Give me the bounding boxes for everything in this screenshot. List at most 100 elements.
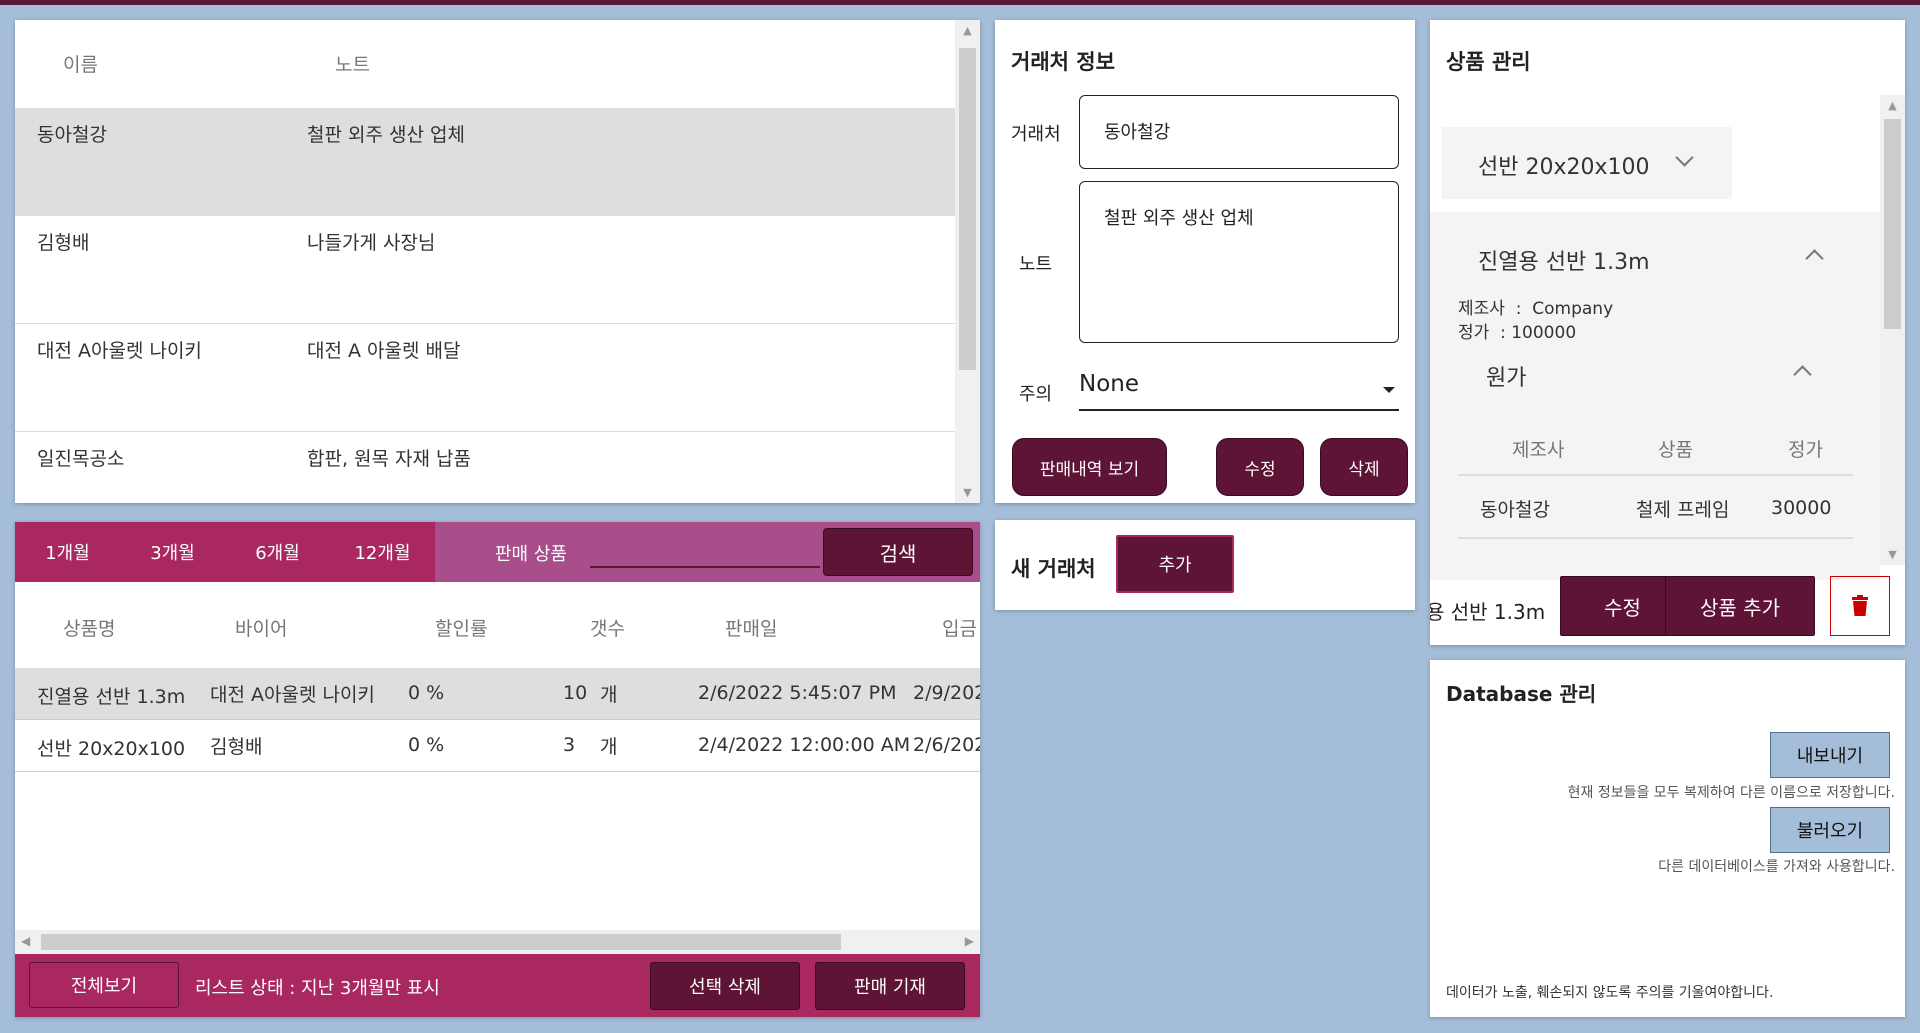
scroll-left-icon[interactable]: ◀ — [21, 934, 30, 948]
tab-3-month[interactable]: 3개월 — [120, 522, 225, 582]
product-management-title: 상품 관리 — [1446, 50, 1531, 74]
column-header-discount[interactable]: 할인률 — [435, 614, 487, 641]
sale-row[interactable]: 선반 20x20x100 김형배 0 % 3 개 2/4/2022 12:00:… — [15, 720, 980, 772]
cost-price: 30000 — [1771, 497, 1832, 519]
import-description: 다른 데이터베이스를 가져와 사용합니다. — [1658, 859, 1895, 875]
cost-maker: 동아철강 — [1480, 499, 1550, 521]
trash-icon — [1852, 595, 1868, 616]
product-management-panel: 상품 관리 선반 20x20x100 진열용 선반 1.3m 제조사 : Com… — [1430, 20, 1905, 645]
scroll-down-icon[interactable]: ▼ — [1880, 548, 1905, 561]
tab-1-month[interactable]: 1개월 — [15, 522, 120, 582]
client-list-scrollbar[interactable]: ▲ ▼ — [955, 20, 980, 503]
sale-buyer: 대전 A아울렛 나이키 — [210, 684, 375, 706]
database-title: Database 관리 — [1446, 682, 1597, 706]
price-value: 100000 — [1511, 323, 1577, 343]
cost-divider — [1458, 474, 1853, 476]
maker-label: 제조사 : Company — [1458, 299, 1614, 319]
sales-filter-bar: 1개월 3개월 6개월 12개월 판매 상품 검색 — [15, 522, 980, 582]
scroll-up-icon[interactable]: ▲ — [955, 24, 980, 37]
sales-hscrollbar[interactable]: ◀ ▶ — [15, 930, 980, 954]
cost-header-product[interactable]: 상품 — [1658, 435, 1693, 462]
import-button[interactable]: 불러오기 — [1770, 807, 1890, 853]
client-field-label: 거래처 — [1011, 124, 1061, 145]
cost-divider — [1458, 537, 1853, 539]
client-note: 나들가게 사장님 — [307, 232, 436, 254]
client-name-field[interactable]: 동아철강 — [1079, 95, 1399, 169]
column-header-date[interactable]: 판매일 — [725, 614, 777, 641]
sale-unit: 개 — [600, 736, 618, 758]
product-expander: 진열용 선반 1.3m 제조사 : Company 정가 : 100000 원가… — [1430, 212, 1880, 580]
tab-6-month[interactable]: 6개월 — [225, 522, 330, 582]
note-field[interactable]: 철판 외주 생산 업체 — [1079, 181, 1399, 343]
delete-selected-button[interactable]: 선택 삭제 — [650, 962, 800, 1010]
client-note: 대전 A 아울렛 배달 — [307, 340, 461, 362]
product-scrollbar[interactable]: ▲ ▼ — [1880, 95, 1905, 565]
edit-client-button[interactable]: 수정 — [1216, 438, 1304, 496]
client-row[interactable]: 김형배 나들가게 사장님 — [15, 216, 955, 324]
scrollbar-thumb[interactable] — [1884, 119, 1901, 329]
add-product-button[interactable]: 상품 추가 — [1665, 576, 1815, 636]
selected-product: 선반 20x20x100 — [1478, 155, 1650, 180]
column-header-note[interactable]: 노트 — [335, 50, 370, 77]
record-sale-button[interactable]: 판매 기재 — [815, 962, 965, 1010]
price-label: 정가 : 100000 — [1458, 323, 1577, 343]
list-status-text: 리스트 상태 : 지난 3개월만 표시 — [195, 978, 440, 999]
sale-date: 2/6/2022 5:45:07 PM — [698, 682, 897, 704]
database-panel: Database 관리 내보내기 현재 정보들을 모두 복제하여 다른 이름으로… — [1430, 660, 1905, 1017]
cost-header-maker[interactable]: 제조사 — [1512, 435, 1564, 462]
sale-qty: 3 — [563, 734, 576, 756]
delete-client-button[interactable]: 삭제 — [1320, 438, 1408, 496]
cost-header-price[interactable]: 정가 — [1788, 435, 1823, 462]
add-client-button[interactable]: 추가 — [1116, 535, 1234, 593]
caution-value: None — [1079, 371, 1140, 397]
product-select[interactable]: 선반 20x20x100 — [1442, 127, 1732, 199]
caution-select[interactable]: None — [1079, 365, 1399, 411]
maker-value: Company — [1532, 299, 1614, 319]
search-input[interactable] — [590, 534, 820, 568]
scroll-down-icon[interactable]: ▼ — [955, 486, 980, 499]
show-all-button[interactable]: 전체보기 — [29, 962, 179, 1008]
hscrollbar-thumb[interactable] — [41, 934, 841, 950]
cost-title[interactable]: 원가 — [1486, 360, 1526, 392]
client-row[interactable]: 일진목공소 합판, 원목 자재 납품 — [15, 432, 955, 503]
chevron-up-icon[interactable] — [1805, 249, 1824, 268]
cost-section: 원가 제조사 상품 정가 동아철강 철제 프레임 30000 — [1458, 352, 1873, 580]
scroll-up-icon[interactable]: ▲ — [1880, 99, 1905, 112]
chevron-down-icon — [1675, 148, 1694, 167]
tab-12-month[interactable]: 12개월 — [330, 522, 435, 582]
sale-buyer: 김형배 — [210, 736, 263, 758]
client-row[interactable]: 대전 A아울렛 나이키 대전 A 아울렛 배달 — [15, 324, 955, 432]
client-info-title: 거래처 정보 — [1011, 50, 1115, 74]
column-header-qty[interactable]: 갯수 — [590, 614, 625, 641]
search-label: 판매 상품 — [495, 544, 567, 565]
sales-history-button[interactable]: 판매내역 보기 — [1012, 438, 1167, 496]
caution-field-label: 주의 — [1019, 384, 1053, 405]
scroll-right-icon[interactable]: ▶ — [965, 934, 974, 948]
window-top-bar — [0, 0, 1920, 5]
column-header-name[interactable]: 이름 — [63, 50, 98, 77]
maker-label-text: 제조사 — [1458, 299, 1505, 319]
client-name: 김형배 — [37, 232, 90, 254]
export-button[interactable]: 내보내기 — [1770, 732, 1890, 778]
delete-product-button[interactable] — [1830, 576, 1890, 636]
sale-product: 선반 20x20x100 — [37, 738, 186, 760]
column-header-paid[interactable]: 입금 — [942, 614, 977, 641]
client-name: 대전 A아울렛 나이키 — [37, 340, 202, 362]
new-client-panel: 새 거래처 추가 — [995, 520, 1415, 610]
client-note: 합판, 원목 자재 납품 — [307, 448, 471, 470]
expanded-product-name[interactable]: 진열용 선반 1.3m — [1478, 244, 1650, 276]
sale-paid: 2/9/202 — [913, 682, 980, 704]
new-client-title: 새 거래처 — [1011, 557, 1096, 581]
chevron-up-icon[interactable] — [1793, 365, 1812, 384]
dropdown-arrow-icon — [1383, 387, 1395, 393]
search-button[interactable]: 검색 — [823, 528, 973, 576]
cost-product: 철제 프레임 — [1636, 499, 1730, 521]
column-header-buyer[interactable]: 바이어 — [235, 614, 287, 641]
column-header-product[interactable]: 상품명 — [63, 614, 115, 641]
scrollbar-thumb[interactable] — [959, 48, 976, 370]
client-row[interactable]: 동아철강 철판 외주 생산 업체 — [15, 108, 955, 216]
sale-date: 2/4/2022 12:00:00 AM — [698, 734, 911, 756]
sale-row[interactable]: 진열용 선반 1.3m 대전 A아울렛 나이키 0 % 10 개 2/6/202… — [15, 668, 980, 720]
export-description: 현재 정보들을 모두 복제하여 다른 이름으로 저장합니다. — [1567, 785, 1895, 801]
database-warning: 데이터가 노출, 훼손되지 않도록 주의를 기울여야합니다. — [1446, 985, 1774, 1001]
